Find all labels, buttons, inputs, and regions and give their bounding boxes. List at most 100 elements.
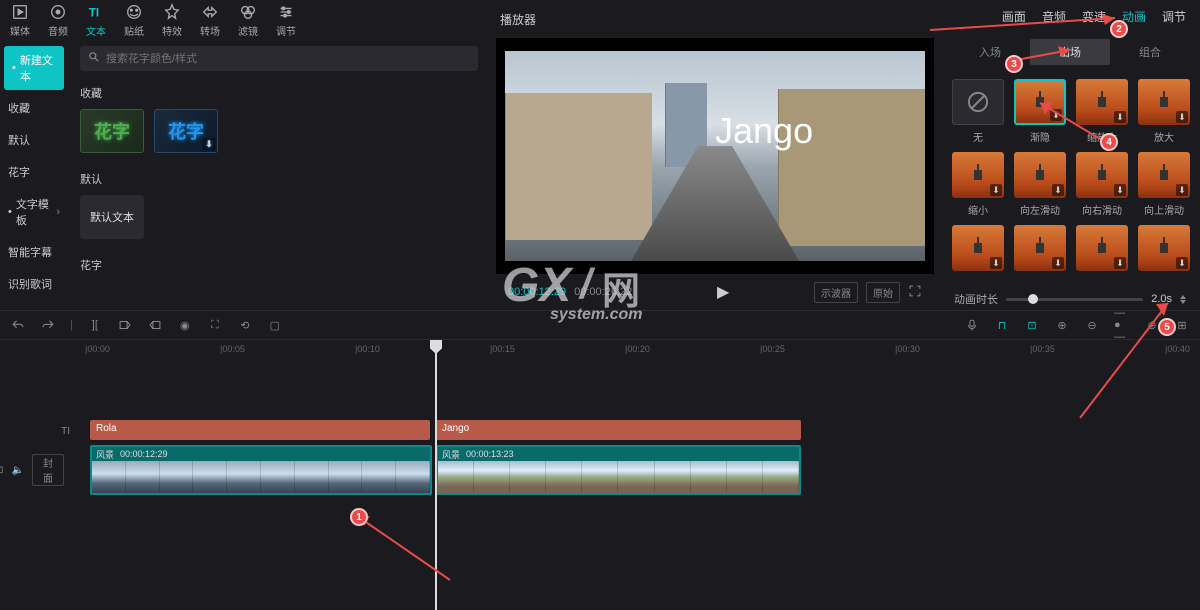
- animation-preset[interactable]: ⬇缩放大: [1076, 79, 1128, 144]
- text-clip[interactable]: Rola: [90, 420, 430, 440]
- rtab-picture[interactable]: 画面: [1002, 8, 1026, 25]
- undo-button[interactable]: [10, 317, 26, 333]
- side-nav-default[interactable]: 默认: [0, 126, 68, 154]
- tab-effect[interactable]: 特效: [162, 3, 182, 38]
- animation-preset[interactable]: ⬇: [1076, 225, 1128, 275]
- default-text-preset[interactable]: 默认文本: [80, 195, 144, 239]
- zoom-out-icon[interactable]: ⊖: [1084, 317, 1100, 333]
- cover-button[interactable]: 封面: [32, 454, 64, 486]
- track-text-icon[interactable]: TI: [61, 426, 70, 437]
- animation-preset[interactable]: ⬇ 向左滑动: [1014, 152, 1066, 217]
- animation-preset[interactable]: ⬇渐隐: [1014, 79, 1066, 144]
- subtab-combo[interactable]: 组合: [1110, 39, 1190, 65]
- side-nav-templates[interactable]: • 文字模板: [0, 190, 68, 234]
- magnet-icon[interactable]: ⊓: [994, 317, 1010, 333]
- rtab-adjust[interactable]: 调节: [1162, 8, 1186, 25]
- link-icon[interactable]: ⊡: [1024, 317, 1040, 333]
- crop-tool[interactable]: ⛶: [207, 317, 223, 333]
- side-nav-fancy[interactable]: 花字: [0, 158, 68, 186]
- animation-preset[interactable]: ⬇缩小: [952, 152, 1004, 217]
- animation-preset[interactable]: ⬇ 向右滑动: [1076, 152, 1128, 217]
- tab-adjust[interactable]: 调节: [276, 3, 296, 38]
- download-icon: ⬇: [1114, 111, 1126, 123]
- anim-label: 放大: [1154, 129, 1174, 144]
- audio-icon: [49, 3, 67, 21]
- side-nav-new-text[interactable]: • 新建文本: [4, 46, 64, 90]
- animation-preset[interactable]: ⬇: [952, 225, 1004, 275]
- animation-preset[interactable]: ⬇放大: [1138, 79, 1190, 144]
- animation-preset[interactable]: ⬇向上滑动: [1138, 152, 1190, 217]
- tab-text[interactable]: TI文本: [86, 3, 106, 38]
- search-bar[interactable]: [80, 46, 478, 71]
- mirror-button[interactable]: ▢: [267, 317, 283, 333]
- svg-text:TI: TI: [89, 6, 99, 19]
- ruler-mark: |00:40: [1165, 344, 1190, 354]
- search-input[interactable]: [106, 53, 470, 65]
- duration-stepper[interactable]: [1180, 295, 1186, 304]
- download-icon: ⬇: [1114, 184, 1126, 196]
- tab-label: 贴纸: [124, 23, 144, 38]
- anim-label: 缩小: [968, 202, 988, 217]
- search-icon: [88, 51, 100, 66]
- align-icon[interactable]: ⊕: [1054, 317, 1070, 333]
- side-nav-smart-caption[interactable]: 智能字幕: [0, 238, 68, 266]
- scope-button[interactable]: 示波器: [814, 282, 858, 303]
- duration-slider[interactable]: [1006, 298, 1143, 301]
- mic-icon[interactable]: [964, 317, 980, 333]
- speed-button[interactable]: ◉: [177, 317, 193, 333]
- ruler-mark: |00:25: [760, 344, 785, 354]
- play-button[interactable]: ▶: [717, 282, 729, 302]
- duration-label: 动画时长: [954, 291, 998, 307]
- download-icon: ⬇: [990, 257, 1002, 269]
- mute-icon[interactable]: ⊡: [0, 465, 4, 476]
- tab-transition[interactable]: 转场: [200, 3, 220, 38]
- original-button[interactable]: 原始: [866, 282, 900, 303]
- rtab-audio[interactable]: 音频: [1042, 8, 1066, 25]
- adjust-icon: [277, 3, 295, 21]
- delete-left-button[interactable]: [117, 317, 133, 333]
- preset-text: 花字: [94, 118, 130, 144]
- duration-row: 动画时长 2.0s: [940, 287, 1200, 311]
- animation-preset[interactable]: ⬇: [1138, 225, 1190, 275]
- download-icon: ⬇: [1052, 257, 1064, 269]
- preset-thumb[interactable]: 花字: [80, 109, 144, 153]
- ruler-mark: |00:35: [1030, 344, 1055, 354]
- reverse-button[interactable]: ⟲: [237, 317, 253, 333]
- preset-thumb[interactable]: 花字⬇: [154, 109, 218, 153]
- annotation-3: 3: [1005, 55, 1023, 73]
- anim-label: 向左滑动: [1020, 202, 1060, 217]
- tab-filter[interactable]: 滤镜: [238, 3, 258, 38]
- zoom-slider[interactable]: —●—: [1114, 317, 1130, 333]
- annotation-4: 4: [1100, 133, 1118, 151]
- download-icon[interactable]: ⬇: [203, 138, 215, 150]
- animation-preset[interactable]: 无: [952, 79, 1004, 144]
- split-button[interactable]: ][: [87, 317, 103, 333]
- player-stage[interactable]: Jango: [496, 38, 934, 274]
- tab-sticker[interactable]: 贴纸: [124, 3, 144, 38]
- timeline[interactable]: |00:00|00:05|00:10|00:15|00:20|00:25|00:…: [0, 340, 1200, 610]
- tab-label: 媒体: [10, 23, 30, 38]
- fit-icon[interactable]: ⊞: [1174, 317, 1190, 333]
- playhead[interactable]: [435, 340, 437, 610]
- animation-grid: 无⬇渐隐⬇缩放大⬇放大⬇缩小⬇向左滑动⬇向右滑动⬇向上滑动⬇⬇⬇⬇: [940, 71, 1200, 283]
- anim-label: 向上滑动: [1144, 202, 1184, 217]
- tab-audio[interactable]: 音频: [48, 3, 68, 38]
- side-nav-lyrics[interactable]: 识别歌词: [0, 270, 68, 298]
- delete-right-button[interactable]: [147, 317, 163, 333]
- animation-preset[interactable]: ⬇: [1014, 225, 1066, 275]
- download-icon: ⬇: [1176, 257, 1188, 269]
- anim-label: 向右滑动: [1082, 202, 1122, 217]
- text-clip[interactable]: Jango: [436, 420, 801, 440]
- lock-icon[interactable]: 🔈: [12, 465, 24, 476]
- sticker-icon: [125, 3, 143, 21]
- tab-media[interactable]: 媒体: [10, 3, 30, 38]
- redo-button[interactable]: [40, 317, 56, 333]
- rtab-speed[interactable]: 变速: [1082, 8, 1106, 25]
- subtab-out[interactable]: 出场: [1030, 39, 1110, 65]
- video-clip[interactable]: 风景00:00:13:23: [436, 445, 801, 495]
- video-clip[interactable]: 风景00:00:12:29: [90, 445, 432, 495]
- side-nav-favorites[interactable]: 收藏: [0, 94, 68, 122]
- section-favorites: 收藏: [80, 85, 478, 101]
- fullscreen-icon[interactable]: [908, 284, 922, 301]
- download-icon: ⬇: [1052, 184, 1064, 196]
